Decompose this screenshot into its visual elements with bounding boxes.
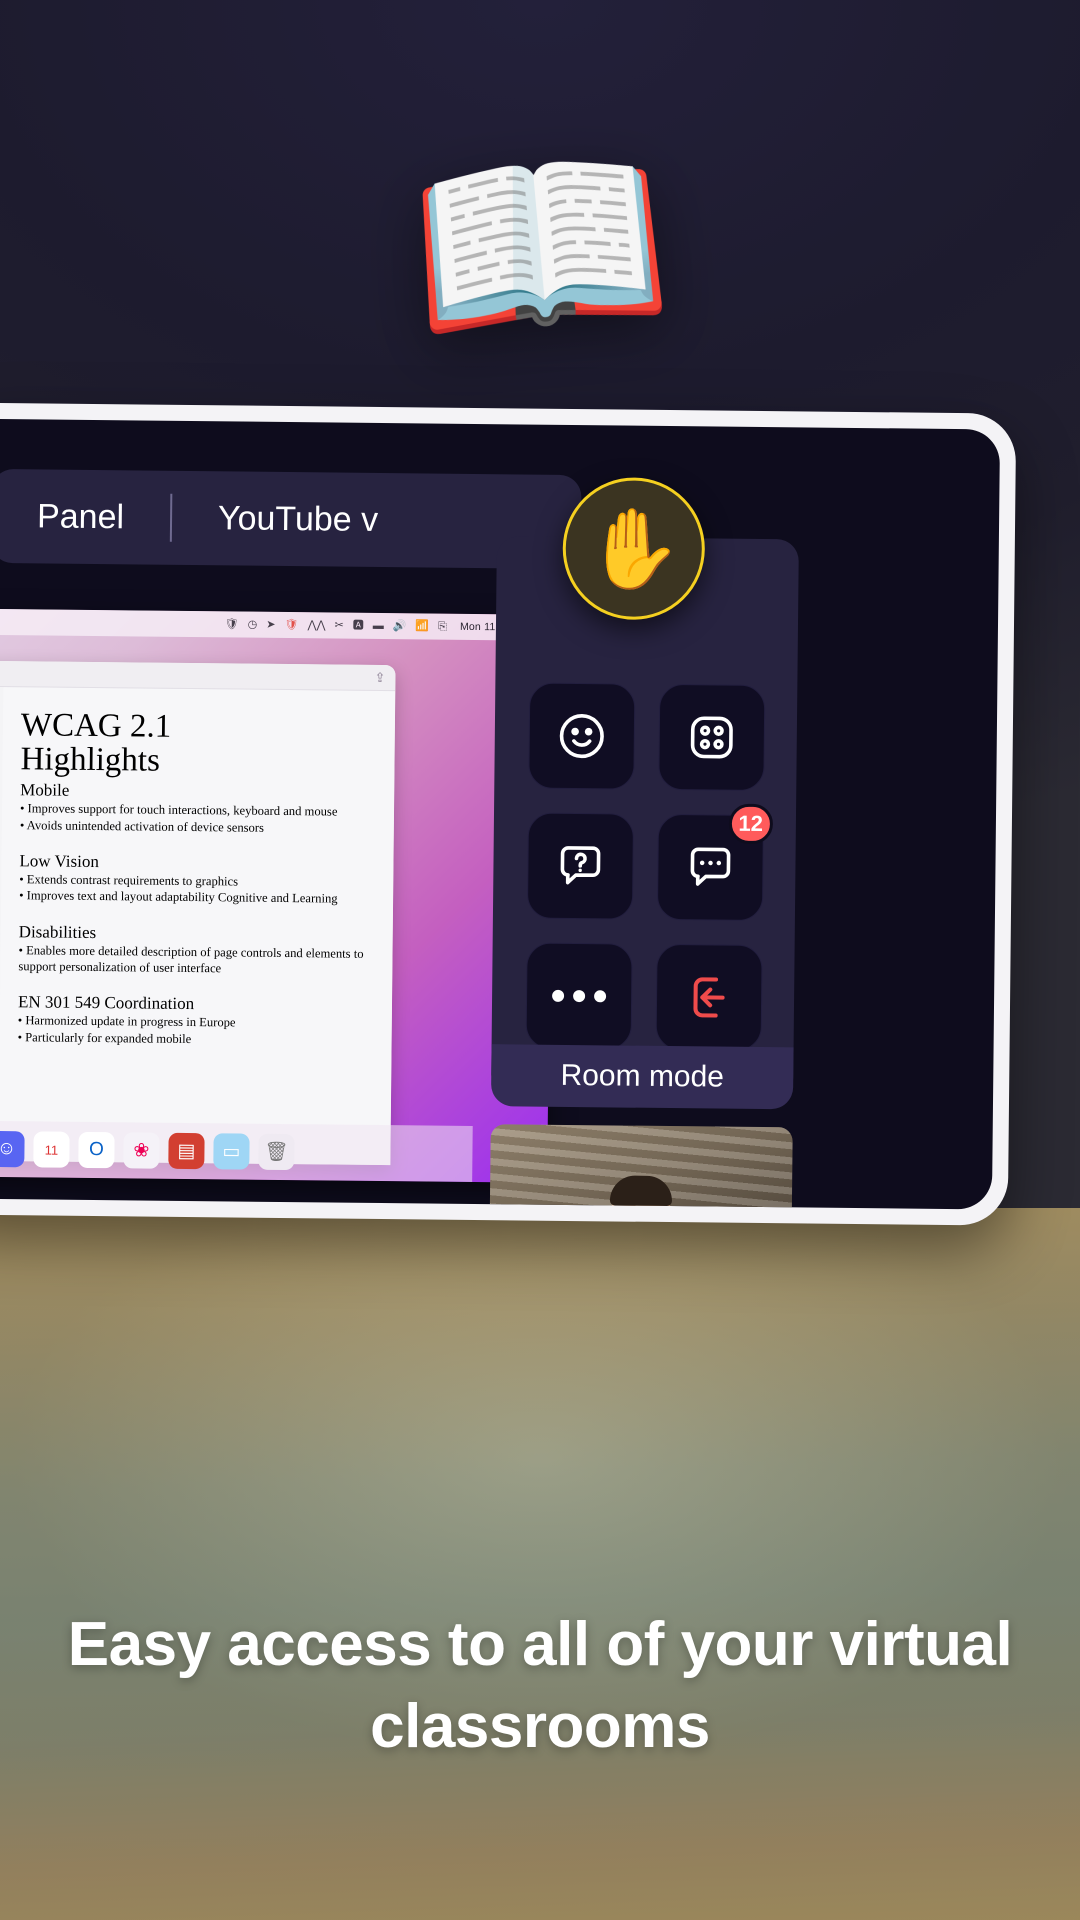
dock-app-discord[interactable]: ☺ [0, 1130, 25, 1168]
smiley-icon [559, 714, 604, 759]
room-mode-label[interactable]: Room mode [490, 1044, 794, 1110]
hero-illustration: 📖 [0, 80, 1080, 410]
document-body: l specifications ns on desktop nge of an… [0, 685, 396, 1166]
ellipsis-icon [552, 989, 607, 1003]
device-mockup: Panel YouTube v 🛡 ◷ ➤ 🛡 ⋀⋀ ✂ 🅰 ▬ 🔊 📶 ⎘ M… [0, 402, 1017, 1226]
bottom-background [0, 1208, 1080, 1920]
control-center-icon: ⎘ [438, 620, 448, 633]
bitdefender-icon: 🛡 [284, 618, 299, 631]
telegram-icon: ➤ [266, 618, 276, 631]
participant-hair [609, 1175, 673, 1207]
dock-app-photos[interactable]: ❀ [123, 1132, 160, 1169]
battery-icon: ▬ [372, 619, 384, 632]
raised-hand-emoji: ✋ [584, 504, 683, 594]
page-headline: Easy access to all of your virtual class… [67, 1610, 1013, 1761]
section-bullet: • Particularly for expanded mobile [17, 1030, 192, 1046]
chat-button[interactable]: 12 [656, 803, 774, 922]
wifi-icon: 📶 [415, 619, 430, 632]
share-icon[interactable]: ⇪ [374, 670, 385, 686]
mac-dock: ◉ ▦ ☺ 11 O ❀ ▤ ▭ 🗑 [0, 1119, 473, 1182]
section-bullet: • Enables more detailed description of p… [18, 942, 364, 976]
open-book-emoji: 📖 [399, 116, 681, 373]
dock-app-outlook[interactable]: O [78, 1131, 115, 1169]
people-group-icon [690, 716, 733, 759]
tab-panel[interactable]: Panel [0, 469, 171, 565]
monica-icon: ⋀⋀ [307, 618, 326, 631]
chat-unread-badge: 12 [728, 803, 774, 845]
participant-avatar [565, 1175, 716, 1210]
leave-room-button[interactable] [655, 943, 763, 1052]
question-bubble-icon [560, 846, 601, 885]
tab-youtube-video[interactable]: YouTube v [172, 471, 425, 568]
document-title-line1: WCAG 2.1 [20, 707, 172, 745]
shared-screen[interactable]: 🛡 ◷ ➤ 🛡 ⋀⋀ ✂ 🅰 ▬ 🔊 📶 ⎘ Mon 11 Jul 10:32 … [0, 607, 554, 1183]
keyboard-input-icon: 🅰 [352, 619, 364, 632]
raise-hand-button[interactable]: ✋ [562, 476, 706, 621]
document-window: ⇪ l specifications ns on desktop nge of … [0, 659, 396, 1166]
document-title-line2: Highlights [20, 740, 161, 779]
video-tile[interactable] [488, 1124, 793, 1210]
question-button[interactable] [526, 812, 635, 920]
exit-arrow-icon [693, 977, 725, 1018]
volume-icon: 🔊 [392, 619, 407, 632]
dock-app-trash[interactable]: 🗑 [258, 1133, 295, 1171]
tab-bar: Panel YouTube v [0, 468, 582, 570]
document-content: WCAG 2.1 Highlights Mobile • Improves su… [0, 687, 396, 1166]
chat-bubble-icon [690, 847, 731, 886]
section-bullet: • Improves text and layout adaptability … [19, 888, 338, 906]
control-button-grid: 12 [525, 682, 774, 1052]
device-screen: Panel YouTube v 🛡 ◷ ➤ 🛡 ⋀⋀ ✂ 🅰 ▬ 🔊 📶 ⎘ M… [0, 418, 1001, 1210]
mac-menu-bar: 🛡 ◷ ➤ 🛡 ⋀⋀ ✂ 🅰 ▬ 🔊 📶 ⎘ Mon 11 Jul 10:32 [0, 607, 554, 641]
document-titlebar: ⇪ [0, 659, 396, 692]
shield-icon: 🛡 [224, 617, 239, 631]
more-options-button[interactable] [525, 942, 633, 1050]
bluetooth-off-icon: ✂ [334, 619, 344, 632]
reactions-button[interactable] [528, 682, 636, 790]
dock-app-finder[interactable]: ▭ [213, 1133, 250, 1170]
dock-app-sheets[interactable]: ▤ [168, 1132, 205, 1170]
dock-app-calendar[interactable]: 11 [33, 1131, 70, 1168]
clock-search-icon: ◷ [247, 618, 258, 631]
participants-button[interactable] [658, 683, 766, 792]
document-title: WCAG 2.1 Highlights [20, 707, 381, 780]
